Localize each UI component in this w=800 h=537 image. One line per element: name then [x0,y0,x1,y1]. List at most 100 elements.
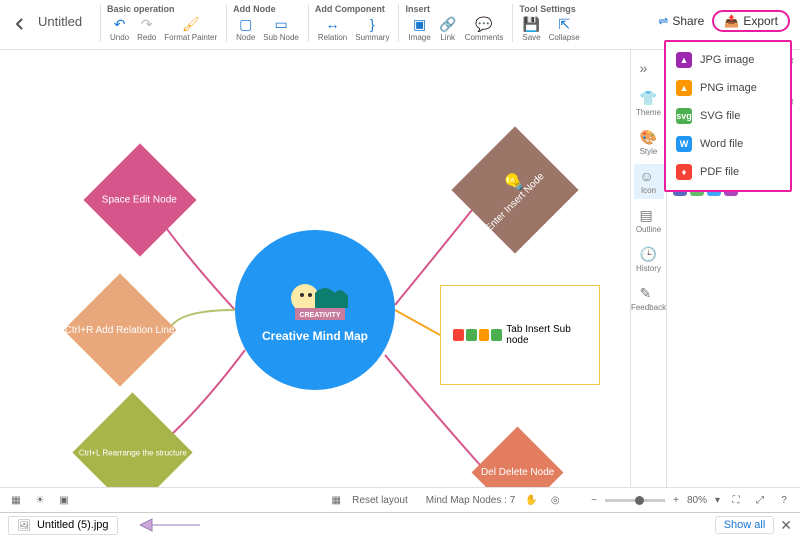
collapse-icon: ⇱ [556,16,572,32]
relation-button[interactable]: ↔Relation [315,16,350,42]
history-icon: 🕒 [640,246,658,264]
side-tab-label: Style [640,147,658,156]
export-jpg[interactable]: ▲ JPG image [666,46,790,74]
doc-title[interactable]: Untitled [38,14,88,29]
theme-icon: 👕 [640,90,658,108]
undo-icon: ↶ [112,16,128,32]
toolbar-group-label: Insert [405,4,506,14]
back-button[interactable] [10,14,30,34]
tab-outline[interactable]: ▤Outline [634,203,664,238]
node-icon: ▢ [238,16,254,32]
node-enter-insert[interactable]: 💡Enter Insert Node [451,126,578,253]
side-tabs: » 👕Theme 🎨Style ☺Icon ▤Outline 🕒History ✎Feedb… [631,50,667,487]
side-tab-label: Outline [636,225,661,234]
icon-icon: ☺ [640,168,658,186]
toolbar-item-label: Link [440,33,455,42]
svg-icon: svg [676,108,692,124]
comments-icon: 💬 [476,16,492,32]
toolbar-group-label: Basic operation [107,4,220,14]
nodes-label: Mind Map Nodes : [426,495,507,506]
toolbar-item-label: Save [522,33,540,42]
toolbar-item-label: Undo [110,33,129,42]
export-item-label: SVG file [700,110,740,122]
tab-theme[interactable]: 👕Theme [634,86,664,121]
center-node[interactable]: CREATIVITY Creative Mind Map [235,230,395,390]
toolbar-item-label: Format Painter [164,33,217,42]
view-icon[interactable]: ▣ [56,495,72,506]
side-tab-label: Theme [636,108,661,117]
tab-history[interactable]: 🕒History [634,242,664,277]
jpg-icon: ▲ [676,52,692,68]
node-space-edit[interactable]: Space Edit Node [83,143,196,256]
image-button[interactable]: ▣Image [405,16,433,42]
undo-button[interactable]: ↶Undo [107,16,132,42]
image-icon: ▣ [412,16,428,32]
node-button[interactable]: ▢Node [233,16,258,42]
toolbar-group-label: Add Node [233,4,302,14]
status-bar: ▦ ☀ ▣ ▦ Reset layout Mind Map Nodes : 7 … [0,487,800,512]
comments-button[interactable]: 💬Comments [462,16,507,42]
layout-icon[interactable]: ▦ [8,495,24,506]
show-all-button[interactable]: Show all [715,516,775,534]
collapse-button[interactable]: ⇱Collapse [546,16,583,42]
export-button[interactable]: 📤Export [712,10,790,32]
share-button[interactable]: ⇌Share [650,10,712,32]
redo-icon: ↷ [139,16,155,32]
target-icon[interactable]: ◎ [547,495,563,506]
redo-button[interactable]: ↷Redo [134,16,159,42]
badge-icon [491,329,502,341]
link-button[interactable]: 🔗Link [436,16,460,42]
reset-layout-button[interactable]: Reset layout [352,495,408,506]
export-pdf[interactable]: ♦ PDF file [666,158,790,186]
zoom-in[interactable]: + [673,495,679,506]
tab-feedback[interactable]: ✎Feedback [634,281,664,316]
toolbar-item-label: Relation [318,33,347,42]
export-png[interactable]: ▲PNG image [666,74,790,102]
export-item-label: PDF file [700,166,739,178]
fit-icon[interactable]: ⛶ [728,495,744,506]
save-button[interactable]: 💾Save [519,16,543,42]
sub-node-icon: ▭ [273,16,289,32]
help-icon[interactable]: ? [776,495,792,506]
zoom-out[interactable]: − [591,495,597,506]
file-icon: 🖼 [17,519,31,532]
summary-button[interactable]: }Summary [352,16,392,42]
format-painter-button[interactable]: 🖌Format Painter [161,16,220,42]
downloaded-file[interactable]: 🖼 Untitled (5).jpg [8,516,118,535]
outline-icon: ▤ [640,207,658,225]
close-icon [466,329,477,341]
export-item-label: JPG image [700,54,754,66]
export-word[interactable]: WWord file [666,130,790,158]
tab-style[interactable]: 🎨Style [634,125,664,160]
toolbar-group-label: Tool Settings [519,4,582,14]
relation-icon: ↔ [325,16,341,32]
toolbar-group-label: Add Component [315,4,393,14]
toolbar-item-label: Image [408,33,430,42]
grid-icon[interactable]: ▦ [328,495,344,506]
sub-node-button[interactable]: ▭Sub Node [260,16,302,42]
creativity-art: CREATIVITY [280,278,350,323]
word-icon: W [676,136,692,152]
node-relation-line[interactable]: Ctrl+R Add Relation Line [63,273,176,386]
zoom-value: 80% [687,495,707,506]
tab-icon[interactable]: ☺Icon [634,164,664,199]
export-item-label: PNG image [700,82,757,94]
toolbar-item-label: Summary [355,33,389,42]
export-svg[interactable]: svg SVG file [666,102,790,130]
fullscreen-icon[interactable]: ⤢ [752,495,768,506]
tab-collapse[interactable]: » [634,56,664,82]
pdf-icon: ♦ [676,164,692,180]
toolbar-item-label: Redo [137,33,156,42]
close-icon[interactable]: ✕ [780,517,792,534]
hand-icon[interactable]: ✋ [523,495,539,506]
collapse-icon: » [640,60,658,78]
toolbar-item-label: Comments [465,33,504,42]
annotation-arrow [140,516,200,534]
canvas[interactable]: Space Edit Node Ctrl+R Add Relation Line… [0,50,630,487]
flag-icon [453,329,464,341]
link-icon: 🔗 [440,16,456,32]
side-tab-label: Icon [641,186,656,195]
brightness-icon[interactable]: ☀ [32,495,48,506]
node-tab-insert[interactable]: Tab Insert Sub node [440,285,600,385]
svg-text:CREATIVITY: CREATIVITY [299,312,340,319]
